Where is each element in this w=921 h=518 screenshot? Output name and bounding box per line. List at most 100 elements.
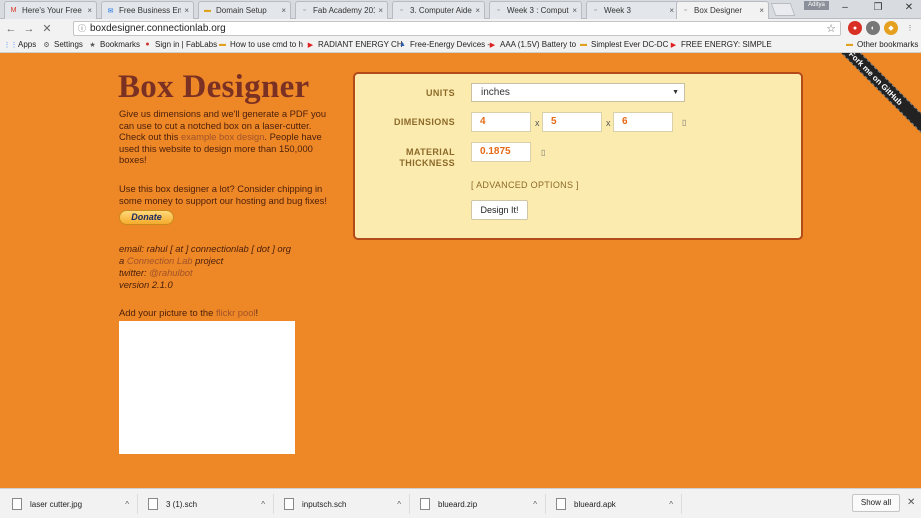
github-ribbon[interactable]: Fork me on GitHub <box>818 53 921 136</box>
chevron-down-icon: ▼ <box>672 89 679 96</box>
chevron-up-icon[interactable]: ^ <box>397 500 401 509</box>
close-window-icon[interactable]: ✕ <box>902 2 916 13</box>
download-item[interactable]: 3 (1).sch ^ <box>140 494 274 514</box>
browser-tab[interactable]: ✉ Free Business Ema× <box>101 1 194 19</box>
chevron-up-icon[interactable]: ^ <box>261 500 265 509</box>
page-info-icon[interactable]: ⓘ <box>78 23 86 34</box>
download-item[interactable]: inputsch.sch ^ <box>276 494 410 514</box>
project-line: a Connection Lab project <box>119 255 291 267</box>
material-thickness-label: MATERIAL THICKNESS <box>355 147 455 169</box>
browser-tab[interactable]: ▫ 3. Computer Aided × <box>392 1 485 19</box>
gmail-icon: M <box>10 7 17 14</box>
mail-icon: ✉ <box>107 7 114 15</box>
bookmark-item[interactable]: ▶ FREE ENERGY: SIMPLE <box>669 40 772 49</box>
email-text: email: rahul [ at ] connectionlab [ dot … <box>119 243 291 254</box>
flickr-pool-link[interactable]: flickr pool <box>216 307 256 318</box>
donate-text: Use this box designer a lot? Consider ch… <box>119 183 327 206</box>
profile-button[interactable]: Aditya <box>804 1 829 10</box>
close-tab-icon[interactable]: × <box>759 6 764 15</box>
height-input[interactable]: 5 <box>542 112 602 132</box>
bookmark-item[interactable]: ▶ RADIANT ENERGY CH <box>306 40 403 49</box>
tab-title: Fab Academy 2018 <box>313 6 376 15</box>
download-item[interactable]: blueard.zip ^ <box>412 494 546 514</box>
bookmark-item[interactable]: ⚙ Settings <box>42 40 83 49</box>
width-input[interactable]: 4 <box>471 112 531 132</box>
close-tab-icon[interactable]: × <box>378 6 383 15</box>
bookmark-item[interactable]: ▲ Free-Energy Devices - <box>398 40 490 49</box>
browser-tab[interactable]: ▫ Week 3 × <box>586 1 679 19</box>
browser-tab[interactable]: ▫ Week 3 : Compute × <box>489 1 582 19</box>
bookmark-star-icon[interactable]: ☆ <box>826 22 836 35</box>
thickness-input[interactable]: 0.1875 <box>471 142 531 162</box>
example-design-link[interactable]: example box design <box>181 131 264 142</box>
connection-lab-link[interactable]: Connection Lab <box>127 255 193 266</box>
extension-icon[interactable]: ◐ <box>866 21 880 35</box>
bookmark-label: Sign in | FabLabs <box>155 40 218 49</box>
close-tab-icon[interactable]: × <box>669 6 674 15</box>
bookmark-label: FREE ENERGY: SIMPLE <box>681 40 772 49</box>
info-icon[interactable]: ▯ <box>541 148 545 157</box>
file-icon <box>420 498 430 510</box>
twitter-prefix: twitter: <box>119 267 150 278</box>
bookmark-icon: ● <box>145 41 150 48</box>
design-it-button[interactable]: Design It! <box>471 200 528 220</box>
download-filename: blueard.apk <box>574 499 616 509</box>
menu-icon[interactable]: ⋮ <box>903 21 917 35</box>
twitter-line: twitter: @rahulbot <box>119 267 291 279</box>
bookmark-icon: ▬ <box>580 41 587 48</box>
tab-title: Week 3 <box>604 6 631 15</box>
bookmark-label: Simplest Ever DC-DC <box>591 40 669 49</box>
chevron-up-icon[interactable]: ^ <box>125 500 129 509</box>
depth-input[interactable]: 6 <box>613 112 673 132</box>
contact-info: email: rahul [ at ] connectionlab [ dot … <box>119 243 291 291</box>
info-icon[interactable]: ▯ <box>682 118 686 127</box>
minimize-icon[interactable]: – <box>838 2 852 13</box>
chevron-up-icon[interactable]: ^ <box>669 500 673 509</box>
project-suffix: project <box>192 255 224 266</box>
download-item[interactable]: blueard.apk ^ <box>548 494 682 514</box>
doc-icon: ▫ <box>497 7 500 14</box>
twitter-link[interactable]: @rahulbot <box>149 267 192 278</box>
version-text: version 2.1.0 <box>119 279 173 290</box>
close-tab-icon[interactable]: × <box>281 6 286 15</box>
material-label-line-2: THICKNESS <box>399 158 455 168</box>
browser-tab[interactable]: ▫ Fab Academy 2018 × <box>295 1 388 19</box>
close-downloads-icon[interactable]: ✕ <box>907 497 915 508</box>
back-icon[interactable]: ← <box>4 23 18 35</box>
units-select[interactable]: inches ▼ <box>471 83 685 102</box>
extension-icon[interactable]: ◆ <box>884 21 898 35</box>
close-tab-icon[interactable]: × <box>184 6 189 15</box>
show-all-button[interactable]: Show all <box>852 494 900 512</box>
bookmark-item[interactable]: ▬ How to use cmd to h <box>218 40 303 49</box>
new-tab-button[interactable] <box>770 3 796 16</box>
close-tab-icon[interactable]: × <box>572 6 577 15</box>
bookmark-label: Apps <box>18 40 37 49</box>
browser-toolbar: ← → ✕ ⓘ boxdesigner.connectionlab.org ☆ … <box>0 19 921 38</box>
download-filename: blueard.zip <box>438 499 478 509</box>
bookmark-item[interactable]: ★ Bookmarks <box>88 40 140 49</box>
download-item[interactable]: laser cutter.jpg ^ <box>4 494 138 514</box>
browser-tab[interactable]: M Here's Your Free G × <box>4 1 97 19</box>
tab-strip: MHere's Your Free G×✉Free Business Ema×▬… <box>0 0 921 19</box>
bookmark-item[interactable]: ▬ Simplest Ever DC-DC <box>579 40 668 49</box>
extension-icon[interactable]: ● <box>848 21 862 35</box>
box-form-panel: UNITS inches ▼ DIMENSIONS 4 x 5 x 6 ▯ MA… <box>353 72 803 240</box>
intro-text: Give us dimensions and we'll generate a … <box>119 108 339 166</box>
close-tab-icon[interactable]: × <box>87 6 92 15</box>
browser-tab[interactable]: ▫ Box Designer × <box>676 1 769 19</box>
restore-icon[interactable]: ❐ <box>871 2 885 13</box>
forward-icon[interactable]: → <box>22 23 36 35</box>
advanced-options-link[interactable]: [ ADVANCED OPTIONS ] <box>471 180 579 190</box>
donate-button[interactable]: Donate <box>119 210 174 225</box>
bookmark-item[interactable]: ● Sign in | FabLabs <box>143 40 217 49</box>
bookmark-item[interactable]: ▬ Other bookmarks <box>845 40 918 49</box>
address-bar[interactable]: ⓘ boxdesigner.connectionlab.org ☆ <box>73 21 841 36</box>
close-tab-icon[interactable]: × <box>475 6 480 15</box>
bookmark-item[interactable]: ▶ AAA (1.5V) Battery to <box>488 40 576 49</box>
bookmark-icon: ▬ <box>846 41 853 48</box>
bookmark-item[interactable]: ⋮⋮ Apps <box>4 40 37 49</box>
chevron-up-icon[interactable]: ^ <box>533 500 537 509</box>
flickr-widget[interactable] <box>119 321 295 454</box>
browser-tab[interactable]: ▬ Domain Setup × <box>198 1 291 19</box>
stop-icon[interactable]: ✕ <box>40 22 54 35</box>
